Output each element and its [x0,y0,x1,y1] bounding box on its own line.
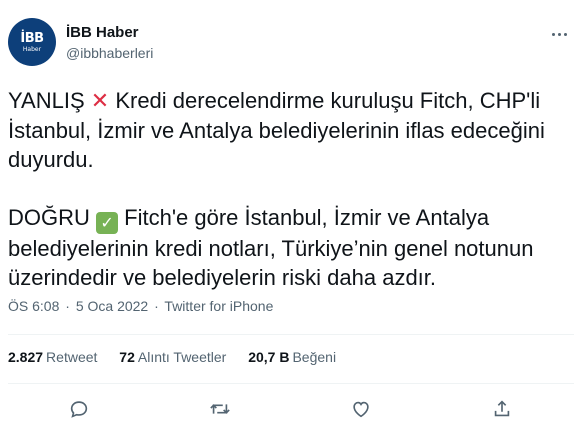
quotes-count: 72 [119,349,135,365]
tweet-source[interactable]: Twitter for iPhone [164,298,273,314]
divider [8,383,574,384]
tweet-paragraph-false: YANLIŞ ✕ Kredi derecelendirme kuruluşu F… [8,86,578,174]
false-label: YANLIŞ [8,88,85,113]
tweet-time[interactable]: ÖS 6:08 [8,298,59,314]
tweet: İBB Haber İBB Haber @ibbhaberleri YANLIŞ… [0,0,582,442]
retweets-stat[interactable]: 2.827 Retweet [8,349,97,365]
tweet-paragraph-true: DOĞRU ✓ Fitch'e göre İstanbul, İzmir ve … [8,203,578,292]
quotes-stat[interactable]: 72 Alıntı Tweetler [119,349,226,365]
cross-mark-icon: ✕ [90,89,110,114]
more-icon[interactable] [550,24,570,44]
retweets-count: 2.827 [8,349,44,365]
check-mark-icon: ✓ [96,212,119,234]
retweets-label: Retweet [46,349,98,365]
tweet-stats: 2.827 Retweet 72 Alıntı Tweetler 20,7 B Beğ… [8,349,354,365]
divider [8,334,574,335]
reply-icon[interactable] [68,398,92,422]
meta-separator: · [154,298,159,314]
meta-separator: · [65,298,70,314]
avatar[interactable]: İBB Haber [8,18,56,66]
author-handle[interactable]: @ibbhaberleri [66,45,153,61]
retweet-icon[interactable] [209,398,233,422]
likes-label: Beğeni [292,349,337,365]
tweet-date[interactable]: 5 Oca 2022 [76,298,148,314]
quotes-label: Alıntı Tweetler [137,349,227,365]
true-label: DOĞRU [8,205,90,230]
avatar-logo-text: İBB [20,30,44,46]
tweet-actions [0,398,582,422]
false-claim-text: Kredi derecelendirme kuruluşu Fitch, CHP… [8,88,545,172]
tweet-text: YANLIŞ ✕ Kredi derecelendirme kuruluşu F… [8,86,578,321]
share-icon[interactable] [491,398,515,422]
likes-stat[interactable]: 20,7 B Beğeni [248,349,336,365]
author-name[interactable]: İBB Haber [66,24,139,41]
likes-count: 20,7 B [248,349,290,365]
tweet-meta: ÖS 6:08 · 5 Oca 2022 · Twitter for iPhon… [8,298,275,314]
avatar-logo-subtext: Haber [22,45,42,53]
heart-icon[interactable] [350,398,374,422]
